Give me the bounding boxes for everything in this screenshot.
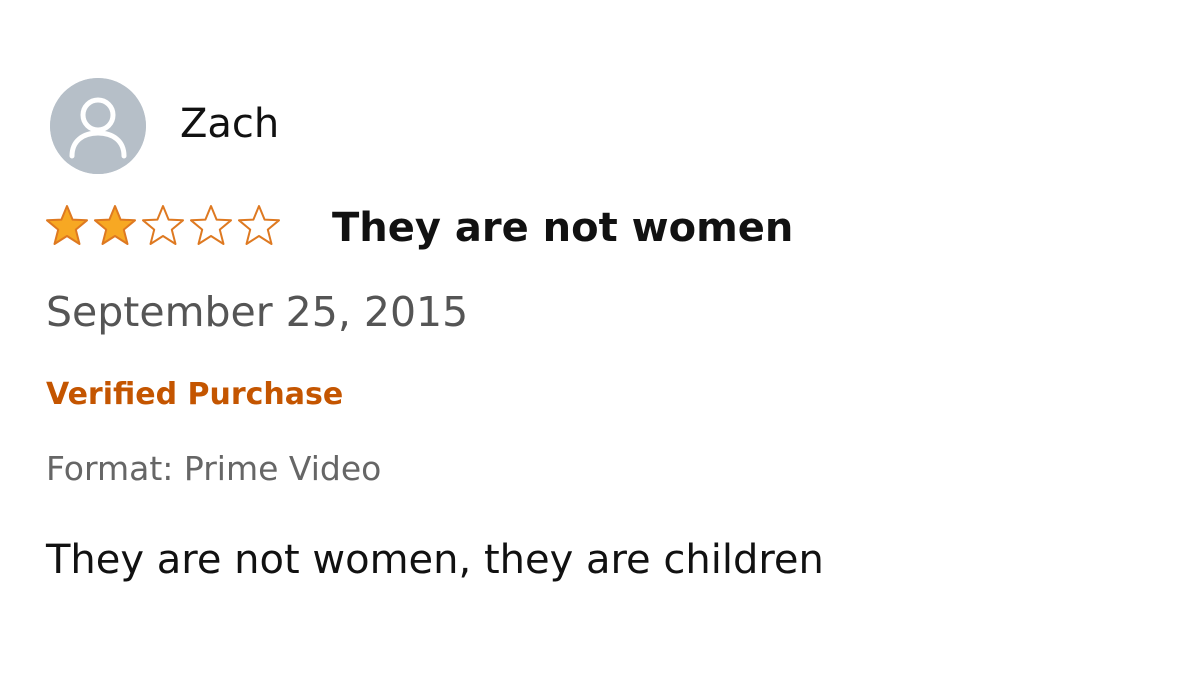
star-outline-icon — [238, 205, 280, 245]
star-rating[interactable] — [44, 203, 282, 249]
format-line: Format: Prime Video — [46, 449, 382, 488]
review-date: September 25, 2015 — [46, 288, 469, 336]
star-outline-icon — [142, 205, 184, 245]
author-name[interactable]: Zach — [180, 96, 279, 152]
review-title[interactable]: They are not women — [332, 200, 793, 256]
star-filled-icon — [94, 205, 136, 245]
star-filled-icon — [46, 205, 88, 245]
star-outline-icon — [190, 205, 232, 245]
review-body: They are not women, they are children — [46, 537, 824, 583]
review-card: Zach They are not women September 25, 20… — [0, 0, 1200, 695]
verified-purchase-badge: Verified Purchase — [46, 377, 344, 412]
user-avatar-icon[interactable] — [50, 78, 146, 174]
